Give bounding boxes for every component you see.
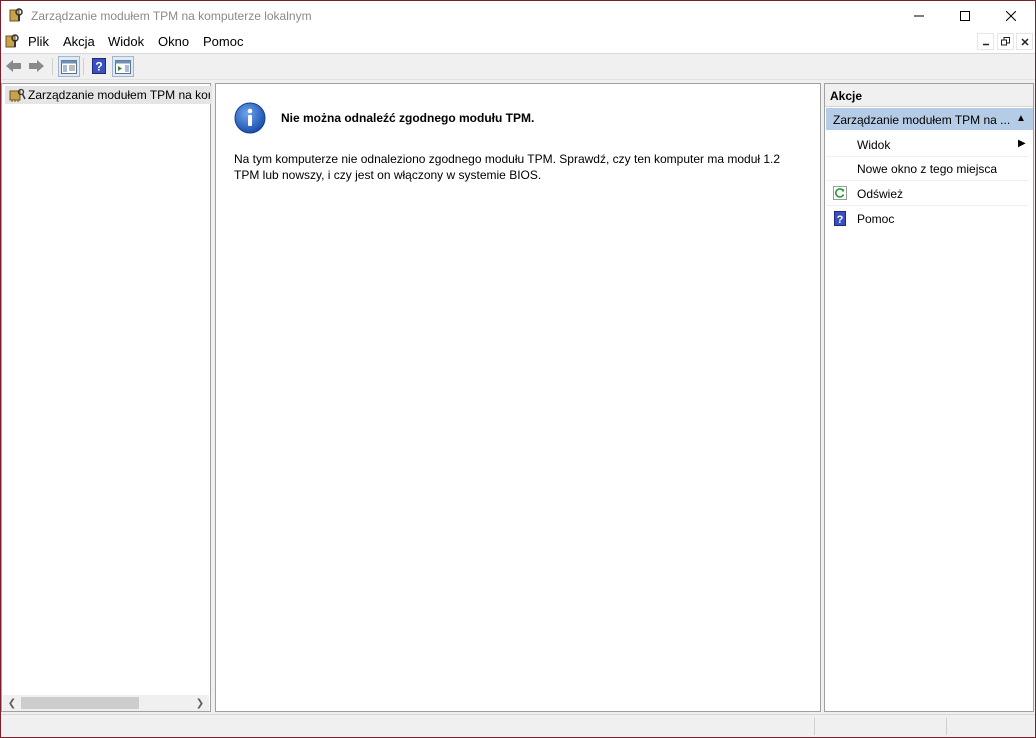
tpm-menu-icon[interactable] <box>4 33 20 49</box>
action-new-window[interactable]: Nowe okno z tego miejsca <box>826 157 1028 181</box>
horizontal-scrollbar[interactable]: ❮ ❯ <box>3 695 209 711</box>
status-separator <box>814 718 815 735</box>
action-widok[interactable]: Widok ▶ <box>826 133 1028 157</box>
tpm-chip-icon <box>8 88 26 102</box>
tpm-app-icon <box>8 7 24 23</box>
actions-group-tpm[interactable]: Zarządzanie modułem TPM na ... ▲ <box>826 108 1033 130</box>
menu-bar: Plik Akcja Widok Okno Pomoc <box>1 30 1035 54</box>
menu-akcja[interactable]: Akcja <box>63 34 95 49</box>
actions-pane: Akcje Zarządzanie modułem TPM na ... ▲ W… <box>824 83 1034 712</box>
help-icon[interactable]: ? <box>89 56 109 76</box>
show-hide-action-pane-icon[interactable] <box>112 56 134 77</box>
action-label: Odśwież <box>857 187 904 201</box>
window-title: Zarządzanie modułem TPM na komputerze lo… <box>31 9 312 23</box>
actions-header: Akcje <box>825 84 1033 107</box>
scrollbar-thumb[interactable] <box>21 697 139 709</box>
child-minimize-button[interactable] <box>977 33 994 50</box>
toolbar-separator <box>52 58 53 75</box>
action-label: Pomoc <box>857 212 895 226</box>
status-separator <box>946 718 947 735</box>
svg-text:?: ? <box>95 60 102 74</box>
result-pane: Nie można odnaleźć zgodnego modułu TPM. … <box>215 83 821 712</box>
console-tree-pane: Zarządzanie modułem TPM na kon ❮ ❯ <box>1 83 212 712</box>
message-body: Na tym komputerze nie odnaleziono zgodne… <box>234 152 781 182</box>
show-hide-console-tree-icon[interactable] <box>58 56 80 77</box>
status-bar <box>1 714 1035 737</box>
child-close-button[interactable] <box>1016 33 1033 50</box>
maximize-button[interactable] <box>942 1 988 30</box>
collapse-up-icon[interactable]: ▲ <box>1016 113 1026 124</box>
action-help[interactable]: ? Pomoc <box>826 207 1028 230</box>
minimize-button[interactable] <box>896 1 942 30</box>
actions-header-label: Akcje <box>830 89 863 103</box>
title-bar[interactable]: Zarządzanie modułem TPM na komputerze lo… <box>1 1 1035 30</box>
menu-okno[interactable]: Okno <box>158 34 189 49</box>
help-icon: ? <box>833 211 847 226</box>
refresh-icon <box>833 186 847 200</box>
close-button[interactable] <box>988 1 1034 30</box>
scroll-left-icon[interactable]: ❮ <box>5 695 19 711</box>
tree-item-tpm-management[interactable]: Zarządzanie modułem TPM na kon <box>5 86 212 104</box>
message-title: Nie można odnaleźć zgodnego modułu TPM. <box>281 111 535 125</box>
svg-text:?: ? <box>837 214 844 226</box>
actions-group-label: Zarządzanie modułem TPM na ... <box>833 113 1011 127</box>
menu-widok[interactable]: Widok <box>108 34 144 49</box>
forward-arrow-icon[interactable] <box>26 56 46 76</box>
action-label: Nowe okno z tego miejsca <box>857 162 998 176</box>
toolbar: ? <box>1 54 1035 80</box>
tree-item-label: Zarządzanie modułem TPM na kon <box>28 88 210 102</box>
child-restore-button[interactable] <box>997 33 1014 50</box>
info-icon <box>234 102 266 134</box>
toolbar-separator <box>83 58 84 75</box>
menu-plik[interactable]: Plik <box>28 34 49 49</box>
action-refresh[interactable]: Odśwież <box>826 182 1028 206</box>
menu-pomoc[interactable]: Pomoc <box>203 34 243 49</box>
action-label: Widok <box>857 138 891 152</box>
back-arrow-icon[interactable] <box>4 56 24 76</box>
submenu-arrow-icon: ▶ <box>1018 138 1026 149</box>
scroll-right-icon[interactable]: ❯ <box>193 695 207 711</box>
